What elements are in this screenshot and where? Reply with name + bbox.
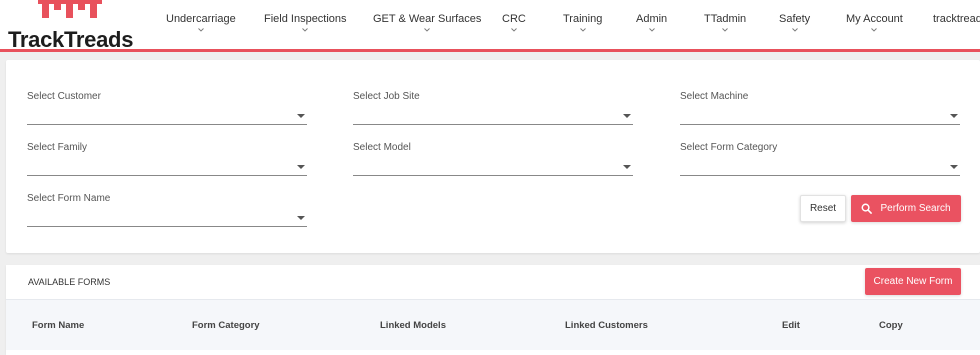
nav-label: Safety	[779, 13, 811, 25]
select-form-category[interactable]: Select Form Category	[680, 142, 960, 176]
select-family[interactable]: Select Family	[27, 142, 307, 176]
logo-text: TrackTreads	[8, 27, 134, 52]
forms-table-header: Form Name Form Category Linked Models Li…	[6, 299, 980, 350]
nav-label: CRC	[502, 13, 526, 25]
dropdown-caret-icon	[297, 114, 305, 118]
logo-mark-icon	[38, 0, 108, 22]
column-header-form-name[interactable]: Form Name	[32, 320, 84, 331]
perform-search-label: Perform Search	[880, 203, 951, 214]
search-icon	[862, 203, 873, 214]
available-forms-title: AVAILABLE FORMS	[28, 277, 111, 287]
column-header-linked-models[interactable]: Linked Models	[380, 320, 446, 331]
nav-my-account[interactable]: My Account	[846, 13, 903, 33]
chevron-down-icon	[302, 28, 309, 32]
nav-crc[interactable]: CRC	[502, 13, 526, 33]
select-machine-label: Select Machine	[680, 91, 749, 102]
chevron-down-icon	[791, 28, 798, 32]
select-form-name-label: Select Form Name	[27, 193, 111, 204]
reset-button-label: Reset	[809, 203, 837, 214]
search-filters-card: Select Customer Select Job Site Select M…	[6, 60, 980, 253]
dropdown-caret-icon	[623, 165, 631, 169]
create-new-form-button[interactable]: Create New Form	[865, 268, 961, 295]
chevron-down-icon	[424, 28, 431, 32]
nav-ttadmin[interactable]: TTadmin	[704, 13, 746, 33]
select-customer-label: Select Customer	[27, 91, 101, 102]
select-family-label: Select Family	[27, 142, 88, 153]
select-machine[interactable]: Select Machine	[680, 91, 960, 125]
select-form-name[interactable]: Select Form Name	[27, 193, 307, 227]
top-header: TrackTreads Undercarriage Field Inspecti…	[0, 0, 980, 52]
chevron-down-icon	[722, 28, 728, 32]
dropdown-caret-icon	[950, 114, 958, 118]
nav-label: tracktreads	[933, 13, 980, 25]
nav-label: GET & Wear Surfaces	[373, 13, 482, 25]
column-header-linked-customers[interactable]: Linked Customers	[565, 320, 648, 331]
nav-get-wear-surfaces[interactable]: GET & Wear Surfaces	[373, 13, 481, 33]
nav-training[interactable]: Training	[563, 13, 602, 33]
chevron-down-icon	[511, 28, 517, 32]
chevron-down-icon	[198, 28, 204, 32]
nav-field-inspections[interactable]: Field Inspections	[264, 13, 347, 33]
column-header-copy: Copy	[879, 320, 903, 331]
nav-label: Undercarriage	[166, 13, 236, 25]
available-forms-card: AVAILABLE FORMS Create New Form Form Nam…	[6, 265, 980, 355]
column-header-edit: Edit	[782, 320, 800, 331]
chevron-down-icon	[648, 28, 655, 32]
select-job-site-label: Select Job Site	[353, 91, 420, 102]
nav-label: Training	[563, 13, 603, 25]
nav-undercarriage[interactable]: Undercarriage	[166, 13, 236, 33]
select-model[interactable]: Select Model	[353, 142, 633, 176]
select-customer[interactable]: Select Customer	[27, 91, 307, 125]
reset-button[interactable]: Reset	[800, 195, 846, 222]
nav-user-tracktreads[interactable]: tracktreads	[933, 13, 980, 25]
dropdown-caret-icon	[950, 165, 958, 169]
perform-search-button[interactable]: Perform Search	[851, 195, 961, 222]
select-job-site[interactable]: Select Job Site	[353, 91, 633, 125]
dropdown-caret-icon	[297, 216, 305, 220]
column-header-form-category[interactable]: Form Category	[192, 320, 260, 331]
nav-label: My Account	[846, 13, 903, 25]
dropdown-caret-icon	[297, 165, 305, 169]
select-model-label: Select Model	[353, 142, 411, 153]
create-new-form-label: Create New Form	[873, 276, 953, 287]
nav-label: Admin	[636, 13, 668, 25]
chevron-down-icon	[579, 28, 586, 32]
nav-safety[interactable]: Safety	[779, 13, 810, 33]
tracktreads-logo[interactable]: TrackTreads	[8, 0, 138, 52]
nav-admin[interactable]: Admin	[636, 13, 667, 33]
chevron-down-icon	[871, 28, 878, 32]
nav-label: Field Inspections	[264, 13, 347, 25]
dropdown-caret-icon	[623, 114, 631, 118]
nav-label: TTadmin	[704, 13, 747, 25]
select-form-category-label: Select Form Category	[680, 142, 778, 153]
